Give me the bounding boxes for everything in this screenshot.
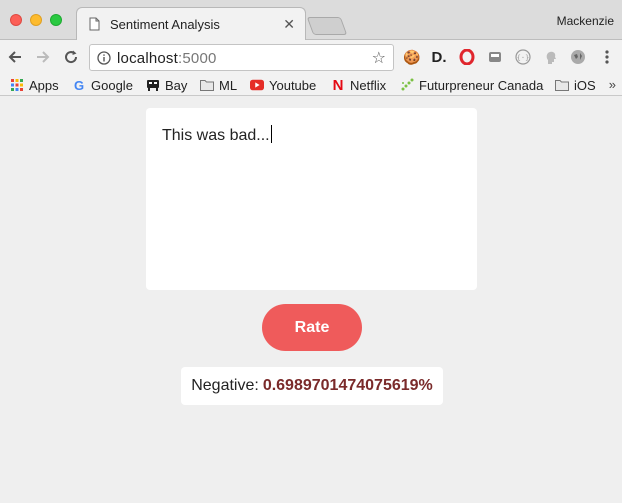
forward-arrow-icon (37, 51, 50, 63)
head-profile-icon (546, 51, 556, 64)
bookmark-google[interactable]: G Google (72, 77, 133, 93)
bookmark-netflix[interactable]: N Netflix (331, 76, 387, 94)
input-text-value: This was bad... (162, 125, 272, 145)
new-tab-button[interactable] (306, 17, 348, 35)
futurpreneur-icon (400, 78, 414, 92)
result-box: Negative: 0.6989701474075619% (181, 367, 443, 405)
tab-title: Sentiment Analysis (110, 17, 220, 32)
url-host: localhost (117, 50, 179, 67)
menu-kebab-icon[interactable] (598, 48, 616, 66)
bookmarks-overflow-chevron-icon[interactable]: » (609, 77, 616, 92)
bookmark-label: Google (91, 77, 133, 93)
sentiment-text-input[interactable]: This was bad... (146, 108, 477, 290)
info-icon[interactable] (97, 51, 111, 65)
text-caret (270, 125, 272, 143)
profile-name[interactable]: Mackenzie (557, 14, 614, 28)
folder-icon (555, 78, 569, 92)
bookmark-bay[interactable]: Bay (146, 77, 187, 93)
youtube-icon (250, 78, 264, 92)
folder-icon (200, 78, 214, 92)
back-arrow-icon (8, 51, 21, 63)
head-extension-icon[interactable] (542, 48, 560, 66)
bookmarks-bar: Apps G Google Bay ML Youtube N Netflix F… (0, 74, 622, 96)
forward-button[interactable] (32, 46, 54, 68)
result-label: Negative: (191, 377, 259, 394)
bookmark-futurpreneur[interactable]: Futurpreneur Canada (400, 77, 543, 93)
bay-icon (146, 78, 160, 92)
opera-extension-icon[interactable] (458, 48, 476, 66)
google-icon: G (73, 77, 85, 93)
inbox-extension-icon[interactable] (486, 48, 504, 66)
tab-strip: Sentiment Analysis ✕ Mackenzie (0, 0, 622, 41)
tab-sentiment-analysis[interactable]: Sentiment Analysis ✕ (76, 7, 306, 41)
bookmark-star-icon[interactable]: ☆ (372, 48, 386, 68)
bookmark-label: Netflix (350, 77, 387, 93)
d-extension-icon[interactable]: D. (430, 48, 448, 66)
url-text: localhost:5000 (117, 50, 217, 67)
cookie-extension-icon[interactable]: 🍪 (403, 48, 421, 66)
result-score: 0.6989701474075619% (262, 377, 433, 394)
back-button[interactable] (4, 46, 26, 68)
opera-o-icon (459, 49, 475, 65)
bookmark-ios[interactable]: iOS (555, 77, 596, 93)
close-tab-icon[interactable]: ✕ (283, 16, 295, 33)
bookmark-label: iOS (574, 77, 596, 93)
bookmark-label: Futurpreneur Canada (419, 77, 544, 93)
bookmark-youtube[interactable]: Youtube (250, 77, 316, 93)
url-port: :5000 (178, 50, 217, 67)
code-braces-icon: {·} (515, 49, 531, 65)
bookmark-label: Bay (165, 77, 188, 93)
maximize-window-button[interactable] (50, 14, 62, 26)
close-window-button[interactable] (10, 14, 22, 26)
rate-button[interactable]: Rate (262, 304, 362, 351)
browser-toolbar: localhost:5000 ☆ 🍪 D. {·} (0, 40, 622, 74)
minimize-window-button[interactable] (30, 14, 42, 26)
bookmark-apps[interactable]: Apps (10, 77, 59, 93)
svg-text:{·}: {·} (517, 54, 530, 62)
code-extension-icon[interactable]: {·} (514, 48, 532, 66)
netflix-icon: N (332, 76, 344, 94)
reload-button[interactable] (60, 46, 82, 68)
bookmark-label: ML (219, 77, 238, 93)
input-text-content: This was bad... (162, 127, 270, 144)
globe-extension-icon[interactable] (569, 48, 587, 66)
bookmark-label: Apps (29, 77, 59, 93)
globe-icon (571, 50, 585, 64)
bookmark-ml[interactable]: ML (200, 77, 237, 93)
document-icon (89, 17, 100, 31)
apps-grid-icon (10, 78, 24, 92)
reload-icon (65, 50, 78, 64)
three-dots-icon (605, 50, 609, 64)
inbox-icon (489, 52, 501, 62)
bookmark-label: Youtube (269, 77, 317, 93)
address-bar[interactable]: localhost:5000 ☆ (89, 44, 394, 71)
